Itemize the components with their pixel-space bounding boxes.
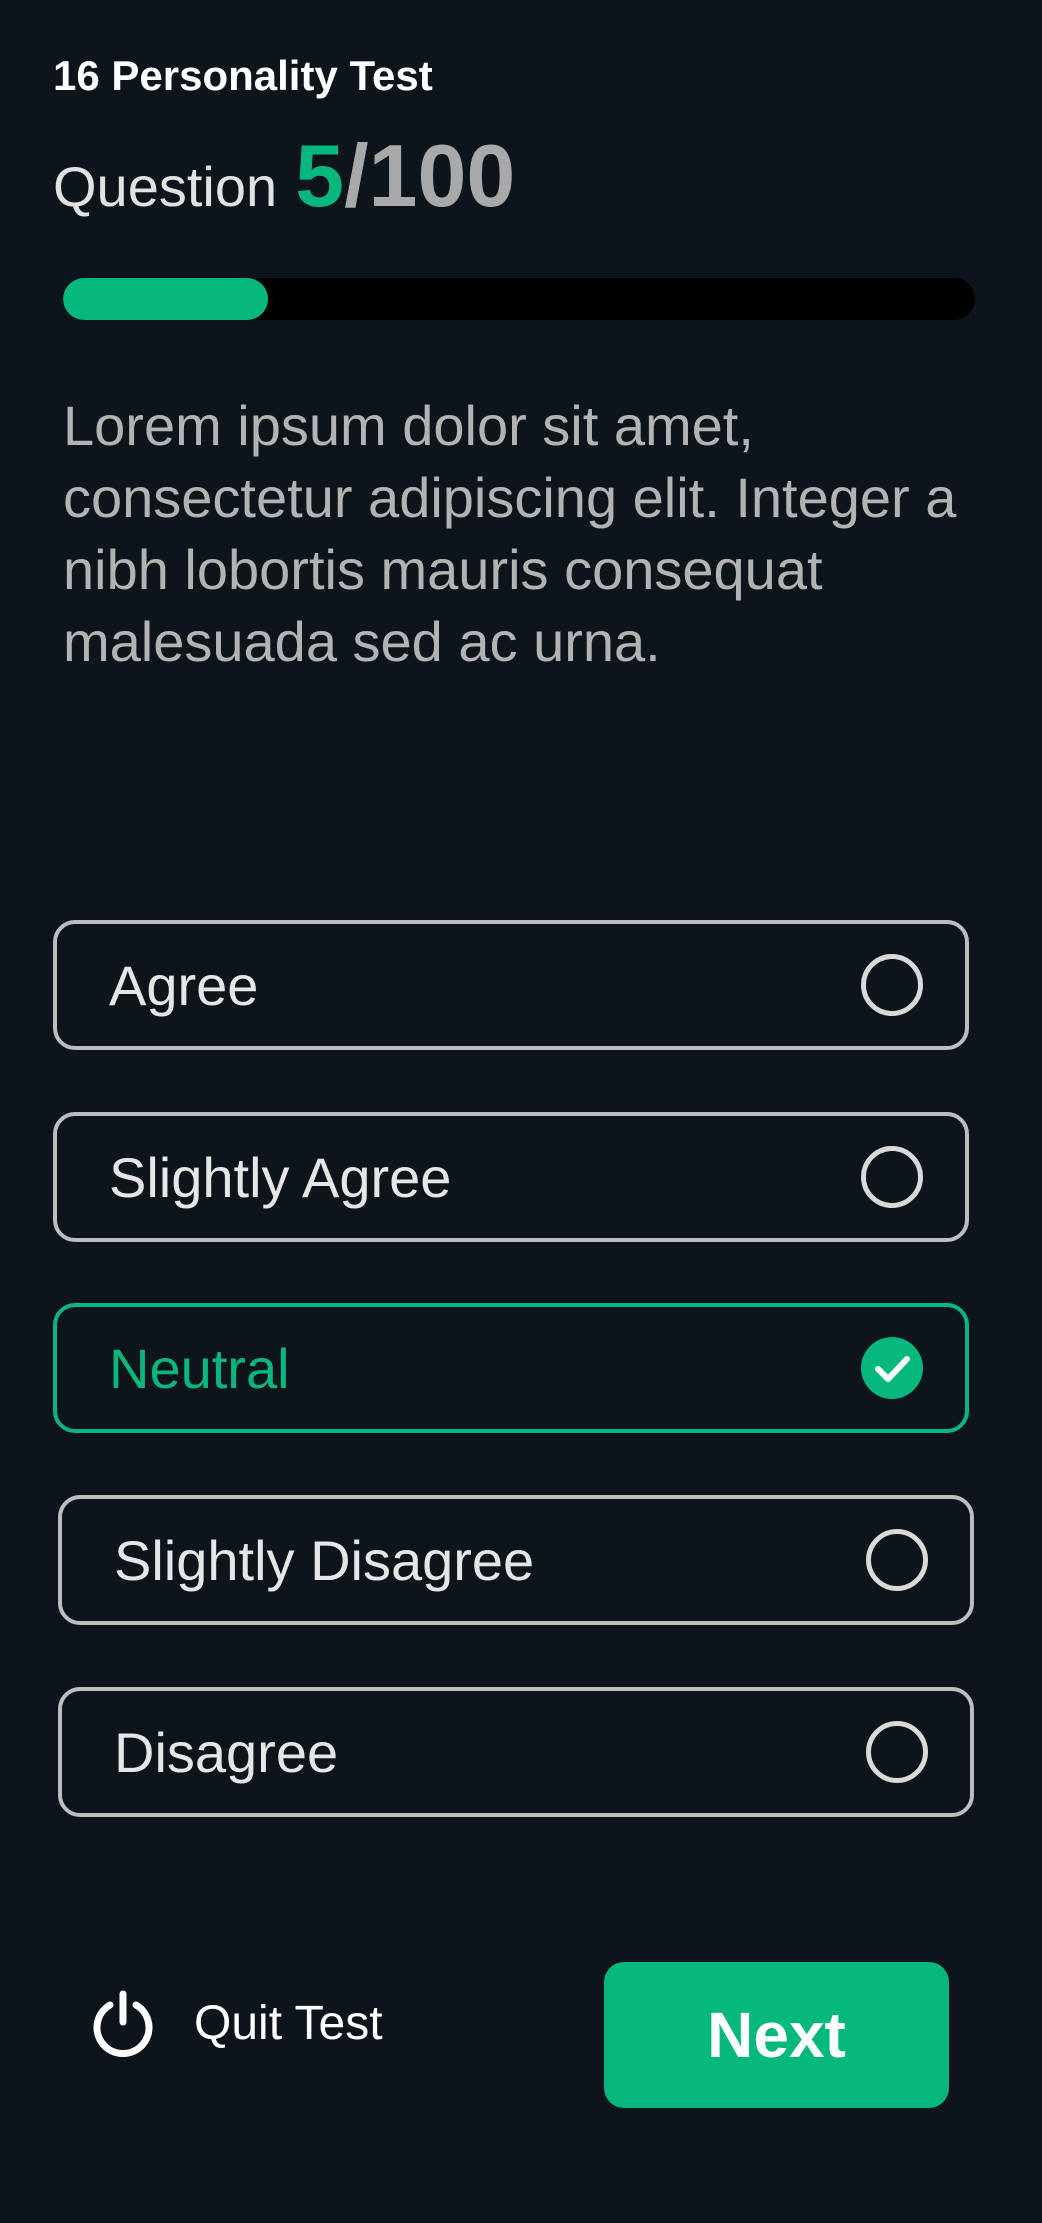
answer-option-label: Disagree (114, 1720, 339, 1784)
question-text: Lorem ipsum dolor sit amet, consectetur … (63, 394, 957, 673)
question-current-number: 5 (295, 126, 345, 225)
radio-icon[interactable] (866, 1529, 928, 1591)
power-icon (93, 1990, 153, 2057)
question-counter: Question 5 /100 (53, 125, 515, 225)
answer-option-label: Slightly Agree (109, 1145, 452, 1209)
radio-icon[interactable] (861, 954, 923, 1016)
answer-option-disagree[interactable]: Disagree (58, 1687, 974, 1817)
checkmark-icon (875, 1356, 910, 1382)
question-total: /100 (344, 126, 516, 225)
answer-option-label: Neutral (109, 1336, 290, 1400)
progress-bar (63, 278, 975, 320)
radio-checked-icon[interactable] (861, 1337, 923, 1399)
radio-icon[interactable] (861, 1146, 923, 1208)
answer-option-agree[interactable]: Agree (53, 920, 969, 1050)
question-label: Question (53, 155, 278, 218)
progress-bar-fill (63, 278, 269, 320)
answer-option-label: Agree (109, 953, 259, 1017)
next-button[interactable]: Next (604, 1962, 949, 2108)
app-title: 16 Personality Test (53, 52, 433, 99)
answer-option-neutral[interactable]: Neutral (53, 1303, 969, 1433)
answer-option-slightly-agree[interactable]: Slightly Agree (53, 1112, 969, 1242)
answer-option-label: Slightly Disagree (114, 1528, 535, 1592)
radio-icon[interactable] (866, 1721, 928, 1783)
answer-option-slightly-disagree[interactable]: Slightly Disagree (58, 1495, 974, 1625)
quit-test-label: Quit Test (194, 1996, 383, 2050)
quit-test-button[interactable]: Quit Test (88, 1988, 383, 2058)
